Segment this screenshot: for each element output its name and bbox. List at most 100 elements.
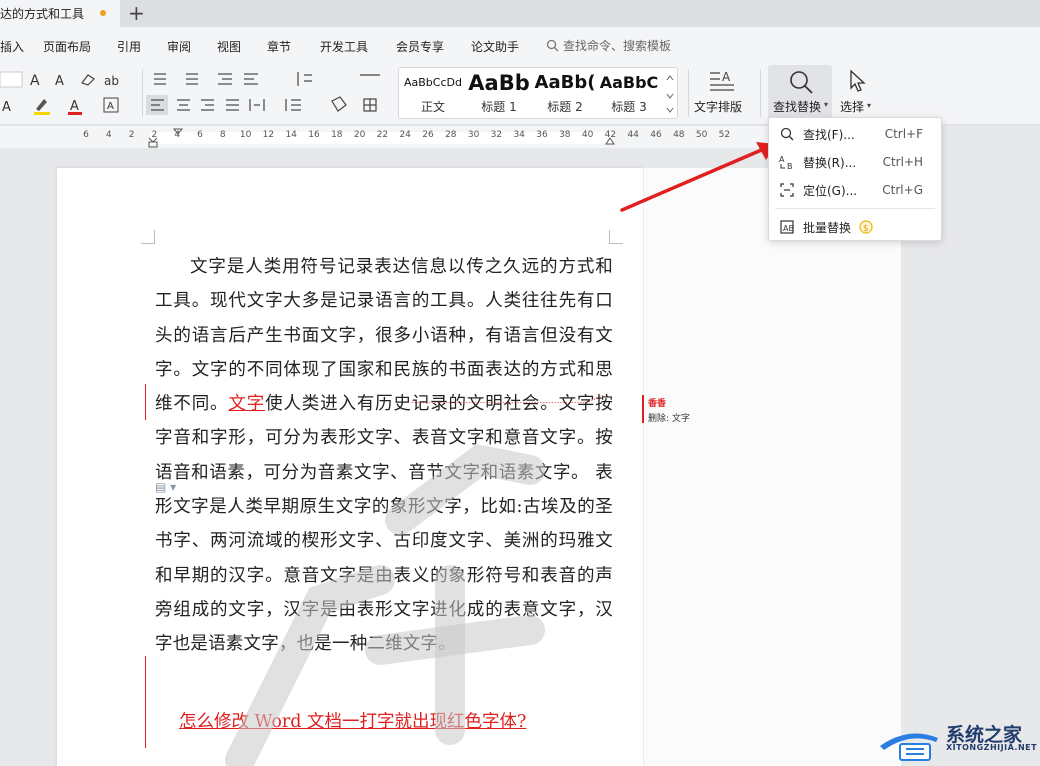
style-gallery: AaBbCcDd 正文 AaBb 标题 1 AaBb( 标题 2 AaBbC 标…	[398, 67, 678, 119]
right-indent-icon[interactable]	[604, 134, 616, 146]
paragraph-text: 文字是人类用符号记录表达信息以传之久远的方式和工具。现代文字大多是记录语言的工具…	[155, 257, 613, 415]
menu-item-goto[interactable]: 定位(G)... Ctrl+G	[769, 176, 941, 204]
svg-text:A: A	[722, 70, 731, 84]
ruler-tick-label: 24	[399, 130, 411, 140]
menu-item-find-label: 查找(F)...	[803, 127, 855, 142]
svg-text:A: A	[70, 99, 79, 114]
svg-text:A: A	[2, 100, 11, 115]
menu-item-goto-label: 定位(G)...	[803, 183, 858, 198]
command-search-placeholder: 查找命令、搜索模板	[563, 39, 672, 53]
first-line-indent-icon[interactable]	[172, 128, 184, 140]
change-bar	[145, 656, 146, 748]
find-replace-dropdown: 查找(F)... Ctrl+F AB 替换(R)... Ctrl+H 定位(G)…	[768, 117, 942, 241]
menu-item-batch-replace[interactable]: AB 批量替换 $	[769, 213, 941, 241]
red-arrow-annotation	[620, 142, 776, 212]
style-heading-2-name: 标题 2	[547, 100, 583, 114]
ruler-tick-label: 6	[83, 130, 89, 140]
site-logo-url: XITONGZHIJIA.NET	[946, 743, 1038, 752]
page-corner-mark	[141, 230, 155, 244]
style-heading-2[interactable]: AaBb( 标题 2	[533, 70, 597, 116]
style-heading-3[interactable]: AaBbC 标题 3	[597, 70, 661, 116]
svg-text:A: A	[107, 101, 114, 112]
ruler-tick-label: 12	[262, 130, 275, 140]
text-layout-icon[interactable]: A	[708, 69, 736, 93]
document-body-text[interactable]: 文字是人类用符号记录表达信息以传之久远的方式和工具。现代文字大多是记录语言的工具…	[155, 250, 613, 662]
ruler-tick-label: 32	[490, 130, 503, 140]
style-heading-2-sample: AaBb(	[534, 72, 596, 93]
ruler-tick-label: 8	[219, 130, 226, 140]
paragraph-format-group[interactable]	[146, 69, 394, 119]
menu-page-layout[interactable]: 页面布局	[43, 38, 91, 55]
svg-text:ab: ab	[104, 74, 119, 88]
text-layout-button[interactable]: 文字排版	[694, 98, 742, 115]
toolbar-separator	[688, 69, 689, 117]
ruler-tick-label: 30	[467, 130, 480, 140]
menu-insert[interactable]: 插入	[0, 38, 24, 55]
menu-item-batch-replace-label: 批量替换	[803, 220, 852, 235]
menu-item-goto-shortcut: Ctrl+G	[882, 183, 923, 197]
title-bar: 达的方式和工具 +	[0, 0, 1040, 27]
style-heading-1-name: 标题 1	[481, 100, 517, 114]
comment-pane	[643, 168, 901, 766]
ruler-tick-label: 6	[197, 130, 203, 140]
menu-item-replace-shortcut: Ctrl+H	[882, 155, 923, 169]
revision-inserted-word[interactable]: 文字	[228, 394, 265, 414]
ruler-tick-label: 34	[513, 130, 525, 140]
toolbar-separator	[760, 69, 761, 117]
svg-text:A: A	[55, 74, 64, 89]
toolbar-separator	[142, 69, 143, 117]
style-heading-1-sample: AaBb	[468, 71, 530, 95]
menu-separator	[775, 208, 935, 209]
style-heading-3-sample: AaBbC	[599, 73, 659, 92]
menu-view[interactable]: 视图	[217, 38, 241, 55]
menu-bar: 插入 页面布局 引用 审阅 视图 章节 开发工具 会员专享 论文助手 查找命令、…	[0, 27, 1040, 63]
goto-icon	[779, 182, 795, 198]
page-corner-mark	[609, 230, 623, 244]
svg-text:A: A	[30, 73, 40, 89]
find-replace-button[interactable]: 查找替换 ▾	[768, 65, 832, 121]
svg-text:A: A	[779, 155, 785, 164]
ruler-tick-label: 28	[445, 130, 457, 140]
batch-replace-icon: AB	[779, 219, 795, 235]
ribbon-toolbar: A A ab A A A AaBbCcDd 正文 AaBb 标题 1 AaBb(…	[0, 63, 1040, 125]
ruler-tick-label: 2	[128, 130, 135, 140]
style-normal[interactable]: AaBbCcDd 正文	[401, 70, 465, 116]
font-format-group[interactable]: A A ab A A A	[0, 69, 140, 119]
style-gallery-scroll-icon[interactable]	[665, 72, 675, 116]
menu-review[interactable]: 审阅	[167, 38, 191, 55]
style-heading-1[interactable]: AaBb 标题 1	[467, 70, 531, 116]
select-button[interactable]: 选择	[840, 98, 864, 115]
ruler-tick-label: 10	[239, 130, 252, 140]
comment-author: 香香	[648, 399, 667, 409]
menu-references[interactable]: 引用	[117, 38, 141, 55]
magnifier-icon	[779, 126, 795, 142]
menu-developer[interactable]: 开发工具	[320, 38, 368, 55]
replace-icon: AB	[779, 154, 795, 170]
ruler-tick-label: 38	[559, 130, 571, 140]
comment-connector-line	[411, 395, 604, 403]
document-heading-red-text[interactable]: 怎么修改 Word 文档一打字就出现红色字体?	[179, 708, 526, 733]
premium-badge-icon: $	[859, 220, 873, 234]
ruler-tick-label: 18	[331, 130, 343, 140]
command-search[interactable]: 查找命令、搜索模板	[546, 37, 671, 54]
chevron-down-icon: ▾	[867, 101, 872, 110]
paragraph-text: 使人类进入有历史记录的文明社会。文字按字音和字形，可分为表形文字、表音文字和意音…	[155, 394, 613, 655]
comment-text[interactable]: 删除: 文字	[648, 411, 690, 424]
style-heading-3-name: 标题 3	[611, 100, 647, 114]
new-tab-button[interactable]: +	[128, 2, 145, 24]
search-icon	[546, 39, 559, 52]
change-bar	[145, 384, 146, 420]
svg-text:B: B	[787, 162, 793, 170]
menu-member[interactable]: 会员专享	[396, 38, 444, 55]
menu-item-find[interactable]: 查找(F)... Ctrl+F	[769, 120, 941, 148]
ruler-tick-label: 36	[536, 130, 548, 140]
indent-marker-icon[interactable]	[147, 128, 159, 148]
ruler-tick-label: 26	[422, 130, 434, 140]
ruler-tick-label: 14	[285, 130, 297, 140]
menu-item-replace[interactable]: AB 替换(R)... Ctrl+H	[769, 148, 941, 176]
menu-section[interactable]: 章节	[267, 38, 291, 55]
document-page[interactable]: ▤ ▾ 文字是人类用符号记录表达信息以传之久远的方式和工具。现代文字大多是记录语…	[57, 168, 643, 766]
menu-thesis-assistant[interactable]: 论文助手	[471, 38, 519, 55]
svg-text:AB: AB	[783, 224, 794, 233]
pointer-select-icon[interactable]	[848, 69, 868, 93]
